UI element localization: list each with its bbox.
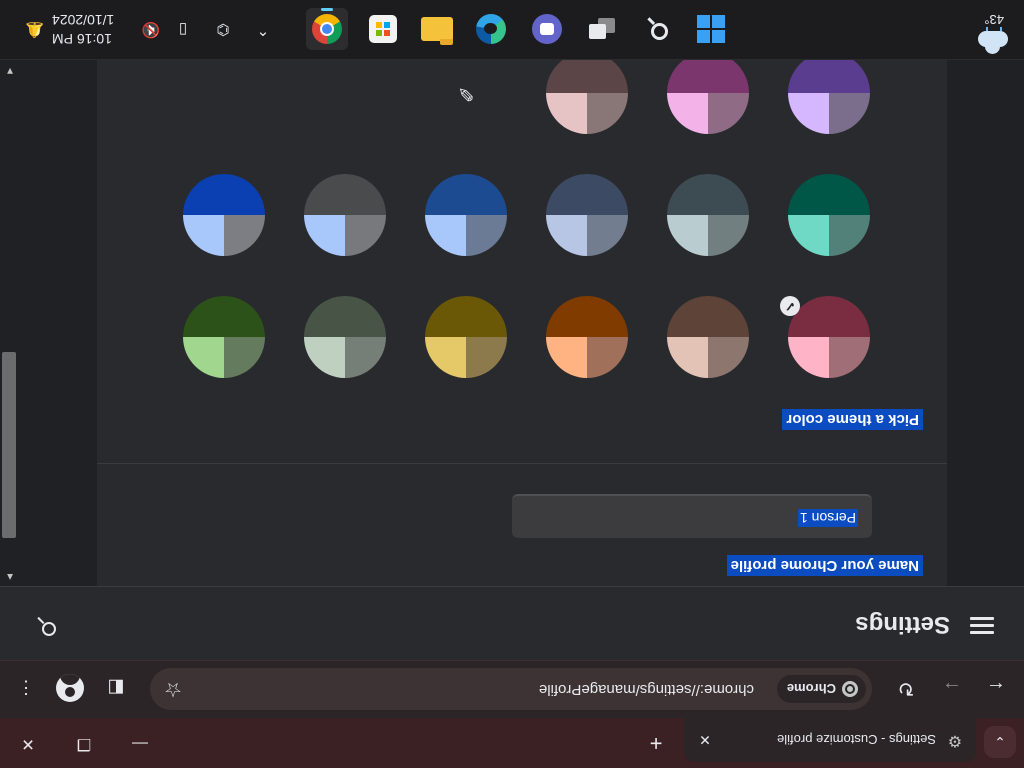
side-panel-icon: ◧ (107, 678, 125, 698)
tab-strip: ⌄ ⚙ Settings - Customize profile ✕ + — ❐… (0, 718, 1024, 768)
scrollbar-thumb[interactable] (2, 352, 16, 538)
network-icon[interactable]: ⌬ (212, 18, 234, 40)
edge-button[interactable] (470, 8, 512, 50)
battery-icon[interactable]: ▯ (172, 18, 194, 40)
close-window-button[interactable]: ✕ (8, 728, 48, 758)
back-button[interactable]: ← (982, 674, 1010, 702)
theme-swatch-violet[interactable] (788, 52, 870, 134)
theme-swatch-orange[interactable] (546, 296, 628, 378)
theme-swatch-green[interactable] (183, 296, 265, 378)
chrome-taskbar-button[interactable] (306, 8, 348, 50)
theme-swatch-brown[interactable] (667, 296, 749, 378)
theme-swatch-rose[interactable] (546, 52, 628, 134)
eyedropper-icon[interactable]: ✎ (453, 80, 479, 106)
start-button[interactable] (690, 8, 732, 50)
chip-label: Chrome (786, 681, 836, 697)
new-tab-button[interactable]: + (644, 730, 668, 756)
sound-muted-icon[interactable]: 🔇 (140, 18, 162, 40)
minimize-button[interactable]: — (120, 728, 160, 758)
file-explorer-button[interactable] (416, 8, 458, 50)
section-divider (97, 463, 947, 464)
gear-icon: ⚙ (947, 732, 963, 749)
profile-name-input[interactable]: Person 1 (512, 494, 872, 538)
theme-swatch-blue[interactable] (425, 174, 507, 256)
theme-swatch-pink[interactable] (788, 296, 870, 378)
settings-content: Name your Chrome profile Person 1 Pick a… (0, 52, 1024, 586)
theme-swatch-yellow[interactable] (425, 296, 507, 378)
teams-icon (532, 14, 562, 44)
task-view-icon (587, 17, 615, 41)
bookmark-star-icon[interactable]: ☆ (164, 677, 182, 701)
notification-bell-icon[interactable]: 🔔 (24, 18, 46, 40)
teams-chat-button[interactable] (526, 8, 568, 50)
task-view-button[interactable] (580, 8, 622, 50)
taskbar: 43° ⌃ ⌬ ▯ 🔇 10:16 PM 1/10/2024 🔔 (0, 0, 1024, 60)
theme-swatch-slate[interactable] (667, 174, 749, 256)
scrollbar[interactable]: ▲ ▼ (0, 60, 20, 586)
search-icon (646, 17, 668, 40)
search-button[interactable] (636, 8, 678, 50)
tab-settings[interactable]: ⚙ Settings - Customize profile ✕ (684, 718, 976, 762)
url-text[interactable]: chrome://settings/manageProfile (539, 681, 754, 698)
settings-header: Settings (0, 586, 1024, 660)
microsoft-store-button[interactable] (362, 8, 404, 50)
search-icon[interactable] (34, 614, 56, 636)
theme-swatch-steel[interactable] (546, 174, 628, 256)
arrow-left-icon: ← (986, 677, 1006, 699)
edge-icon (476, 14, 506, 44)
avatar-body (60, 674, 80, 685)
site-info-chip[interactable]: Chrome (776, 675, 866, 703)
theme-swatch-grey[interactable] (304, 174, 386, 256)
hamburger-menu-icon[interactable] (970, 614, 994, 638)
temperature: 43° (984, 12, 1004, 27)
chrome-icon (842, 681, 858, 697)
folder-icon (421, 17, 453, 41)
theme-swatch-default[interactable] (183, 174, 265, 256)
customize-profile-card: Name your Chrome profile Person 1 Pick a… (97, 52, 947, 586)
address-bar[interactable]: Chrome chrome://settings/manageProfile ☆ (150, 668, 872, 710)
rain-icon (986, 27, 1002, 31)
chrome-icon (312, 14, 342, 44)
clock-date[interactable]: 1/10/2024 (52, 12, 134, 28)
more-menu-button[interactable]: ⋮ (12, 674, 40, 702)
store-icon (369, 15, 397, 43)
windows-icon (697, 15, 725, 43)
theme-swatch-sage[interactable] (304, 296, 386, 378)
tab-close-icon[interactable]: ✕ (696, 731, 714, 749)
theme-swatch-teal[interactable] (788, 174, 870, 256)
chevron-up-icon[interactable]: ⌃ (252, 18, 274, 40)
clock-time[interactable]: 10:16 PM (52, 31, 116, 47)
selected-check-icon: ✓ (780, 296, 800, 316)
avatar-head (65, 687, 75, 697)
name-section-label: Name your Chrome profile (726, 555, 923, 576)
side-panel-button[interactable]: ◧ (102, 674, 130, 702)
cloud-icon (978, 31, 1008, 47)
restore-button[interactable]: ❐ (64, 728, 104, 758)
browser-toolbar: ← → ↻ Chrome chrome://settings/managePro… (0, 660, 1024, 718)
theme-swatch-magenta[interactable] (667, 52, 749, 134)
weather-widget[interactable]: 43° (970, 11, 1016, 47)
screen: ⌄ ⚙ Settings - Customize profile ✕ + — ❐… (0, 0, 1024, 768)
profile-avatar[interactable] (56, 674, 84, 702)
profile-name-value: Person 1 (797, 509, 858, 527)
page-title: Settings (855, 611, 950, 638)
tab-search-button[interactable]: ⌄ (984, 726, 1016, 758)
scroll-up-arrow[interactable]: ▲ (4, 570, 16, 582)
chevron-down-icon: ⌄ (994, 734, 1006, 751)
arrow-right-icon: → (942, 677, 962, 699)
theme-section-label: Pick a theme color (782, 409, 923, 430)
forward-button[interactable]: → (938, 674, 966, 702)
reload-icon: ↻ (897, 677, 915, 699)
more-vert-icon: ⋮ (17, 678, 35, 698)
reload-button[interactable]: ↻ (892, 674, 920, 702)
scroll-down-arrow[interactable]: ▼ (4, 64, 16, 76)
tab-title: Settings - Customize profile (777, 732, 936, 748)
